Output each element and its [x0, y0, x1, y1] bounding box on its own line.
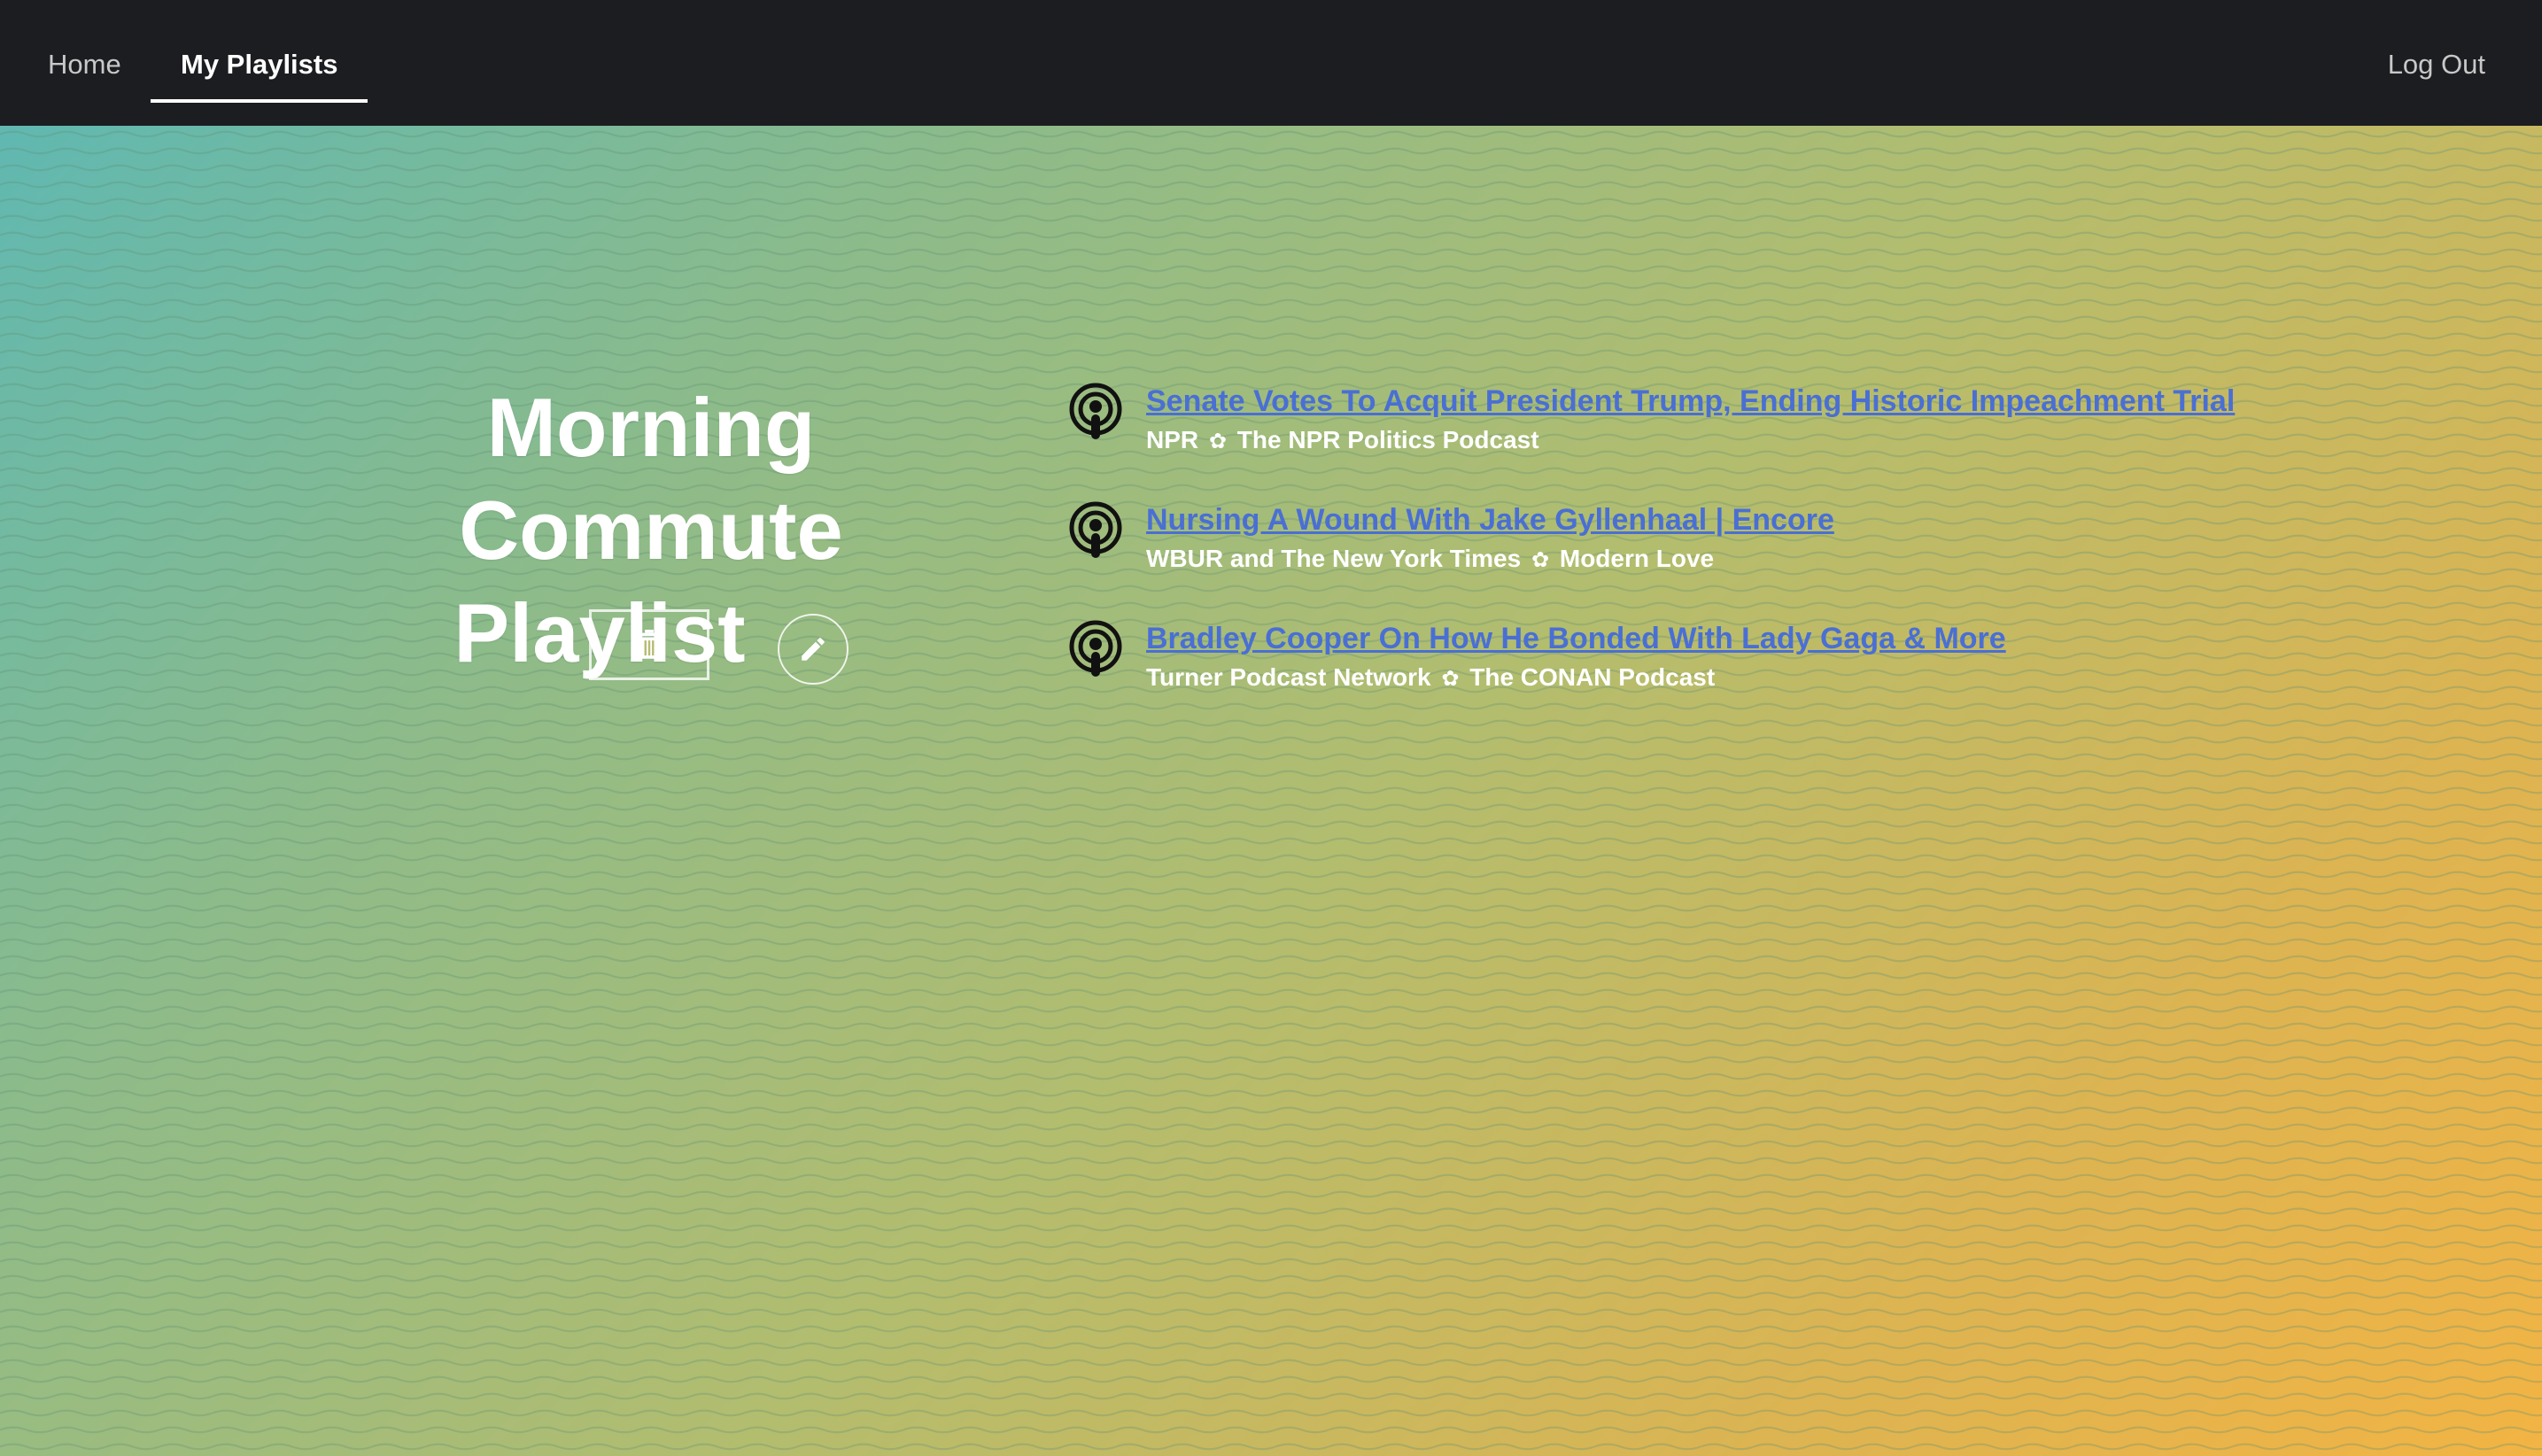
episode-podcast: The NPR Politics Podcast	[1236, 426, 1539, 453]
episode-title-link[interactable]: Senate Votes To Acquit President Trump, …	[1146, 379, 2235, 423]
nav-home-link[interactable]: Home	[48, 0, 121, 126]
separator-icon: ✿	[1208, 430, 1228, 453]
separator-icon: ✿	[1531, 548, 1550, 572]
episode-meta: Turner Podcast Network ✿ The CONAN Podca…	[1146, 661, 2006, 696]
episode-publisher: Turner Podcast Network	[1146, 663, 1431, 691]
wave-pattern-background	[0, 126, 2542, 1456]
podcast-icon	[1069, 620, 1122, 677]
trash-icon	[637, 630, 662, 659]
podcast-icon	[1069, 501, 1122, 558]
list-item: Senate Votes To Acquit President Trump, …	[1068, 379, 2450, 498]
episode-podcast: Modern Love	[1559, 545, 1715, 572]
logout-link[interactable]: Log Out	[2388, 0, 2485, 126]
episode-publisher: WBUR and The New York Times	[1146, 545, 1522, 572]
podcast-icon	[1069, 383, 1122, 439]
episode-list: Senate Votes To Acquit President Trump, …	[1068, 379, 2450, 735]
episode-text: Bradley Cooper On How He Bonded With Lad…	[1146, 616, 2006, 696]
episode-text: Nursing A Wound With Jake Gyllenhaal | E…	[1146, 498, 1834, 577]
playlist-title-line1: Morning Commute	[459, 381, 843, 577]
episode-publisher: NPR	[1146, 426, 1199, 453]
episode-title-link[interactable]: Bradley Cooper On How He Bonded With Lad…	[1146, 616, 2006, 661]
list-item: Bradley Cooper On How He Bonded With Lad…	[1068, 616, 2450, 735]
episode-meta: WBUR and The New York Times ✿ Modern Lov…	[1146, 542, 1834, 577]
delete-playlist-button[interactable]	[589, 609, 709, 680]
top-navigation-bar: Home My Playlists Log Out	[0, 0, 2542, 126]
pencil-icon	[801, 638, 825, 661]
edit-title-button[interactable]	[777, 614, 849, 685]
episode-podcast: The CONAN Podcast	[1469, 663, 1716, 691]
episode-title-link[interactable]: Nursing A Wound With Jake Gyllenhaal | E…	[1146, 498, 1834, 542]
separator-icon: ✿	[1441, 667, 1460, 691]
episode-meta: NPR ✿ The NPR Politics Podcast	[1146, 423, 2235, 459]
list-item: Nursing A Wound With Jake Gyllenhaal | E…	[1068, 498, 2450, 616]
nav-my-playlists-tab[interactable]: My Playlists	[151, 0, 368, 103]
episode-text: Senate Votes To Acquit President Trump, …	[1146, 379, 2235, 459]
